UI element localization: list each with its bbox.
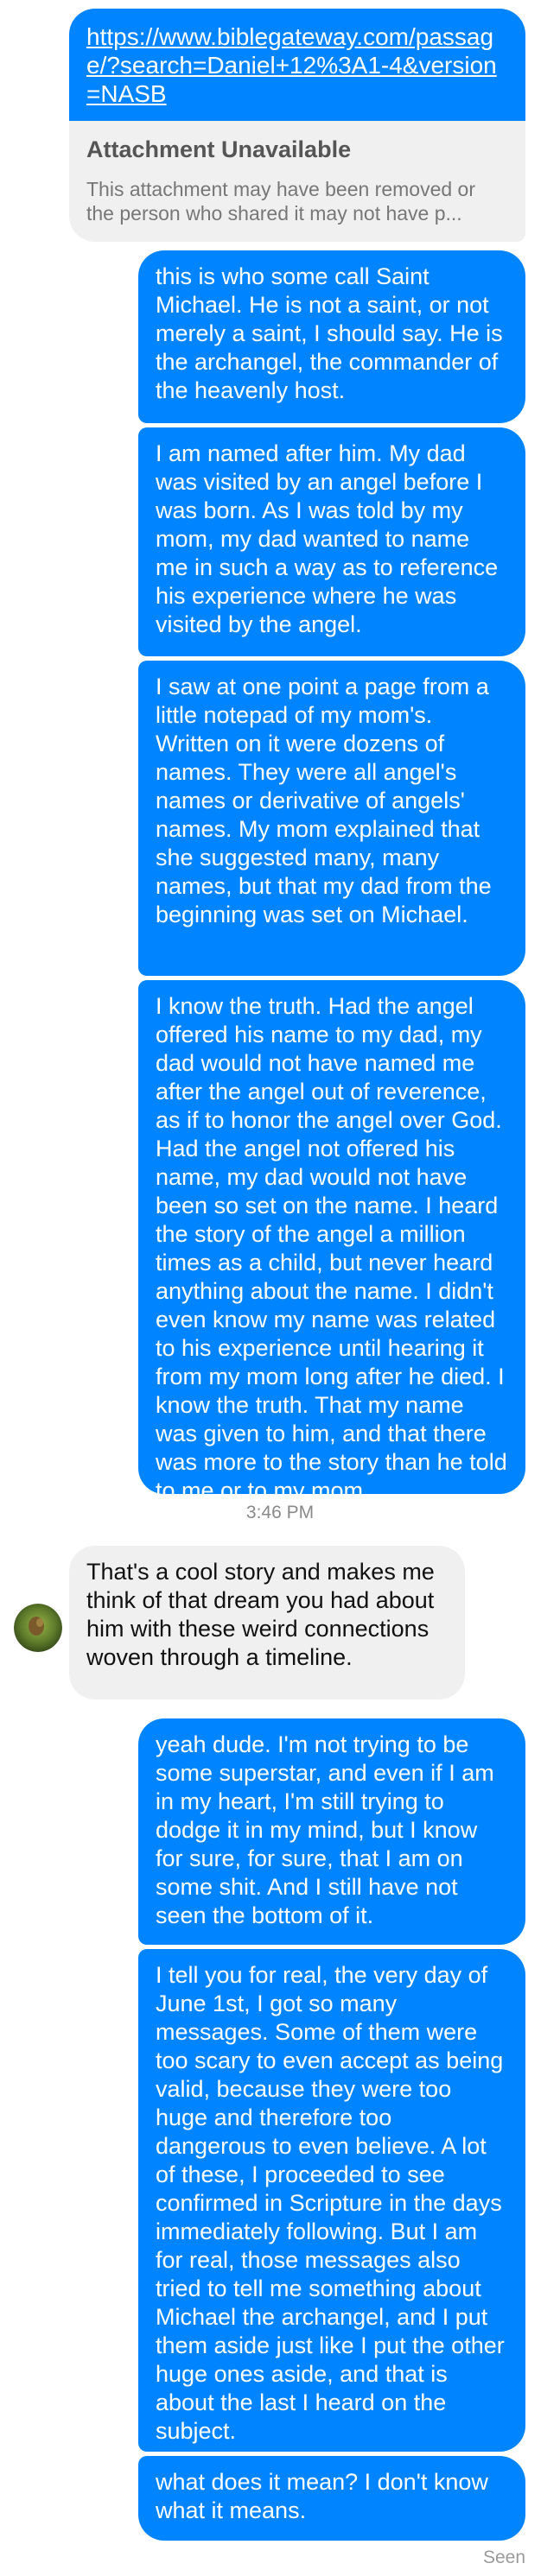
outgoing-message[interactable]: what does it mean? I don't know what it … <box>138 2456 525 2541</box>
message-text: That's a cool story and makes me think o… <box>86 1559 435 1670</box>
outgoing-message[interactable]: I am named after him. My dad was visited… <box>138 427 525 656</box>
outgoing-message[interactable]: I know the truth. Had the angel offered … <box>138 980 525 1503</box>
message-text: I saw at one point a page from a little … <box>156 674 492 927</box>
message-text: I know the truth. Had the angel offered … <box>156 993 507 1503</box>
contact-avatar[interactable] <box>14 1604 62 1652</box>
link-url[interactable]: https://www.biblegateway.com/passage/?se… <box>86 22 508 108</box>
outgoing-message[interactable]: this is who some call Saint Michael. He … <box>138 250 525 423</box>
message-text: yeah dude. I'm not trying to be some sup… <box>156 1731 494 1928</box>
seen-receipt: Seen <box>482 2548 525 2567</box>
message-text: what does it mean? I don't know what it … <box>156 2469 488 2523</box>
message-text: this is who some call Saint Michael. He … <box>156 263 503 403</box>
attachment-title: Attachment Unavailable <box>86 136 352 162</box>
shared-link-card[interactable]: https://www.biblegateway.com/passage/?se… <box>69 9 525 242</box>
link-url-area[interactable]: https://www.biblegateway.com/passage/?se… <box>69 9 525 121</box>
incoming-message[interactable]: That's a cool story and makes me think o… <box>69 1546 465 1699</box>
message-text: I am named after him. My dad was visited… <box>156 440 499 637</box>
outgoing-message[interactable]: yeah dude. I'm not trying to be some sup… <box>138 1718 525 1945</box>
avatar-photo-icon <box>14 1604 62 1652</box>
outgoing-message[interactable]: I tell you for real, the very day of Jun… <box>138 1949 525 2452</box>
outgoing-message[interactable]: I saw at one point a page from a little … <box>138 661 525 976</box>
message-timestamp: 3:46 PM <box>245 1503 315 1522</box>
attachment-description: This attachment may have been removed or… <box>86 178 476 225</box>
message-text: I tell you for real, the very day of Jun… <box>156 1962 505 2444</box>
